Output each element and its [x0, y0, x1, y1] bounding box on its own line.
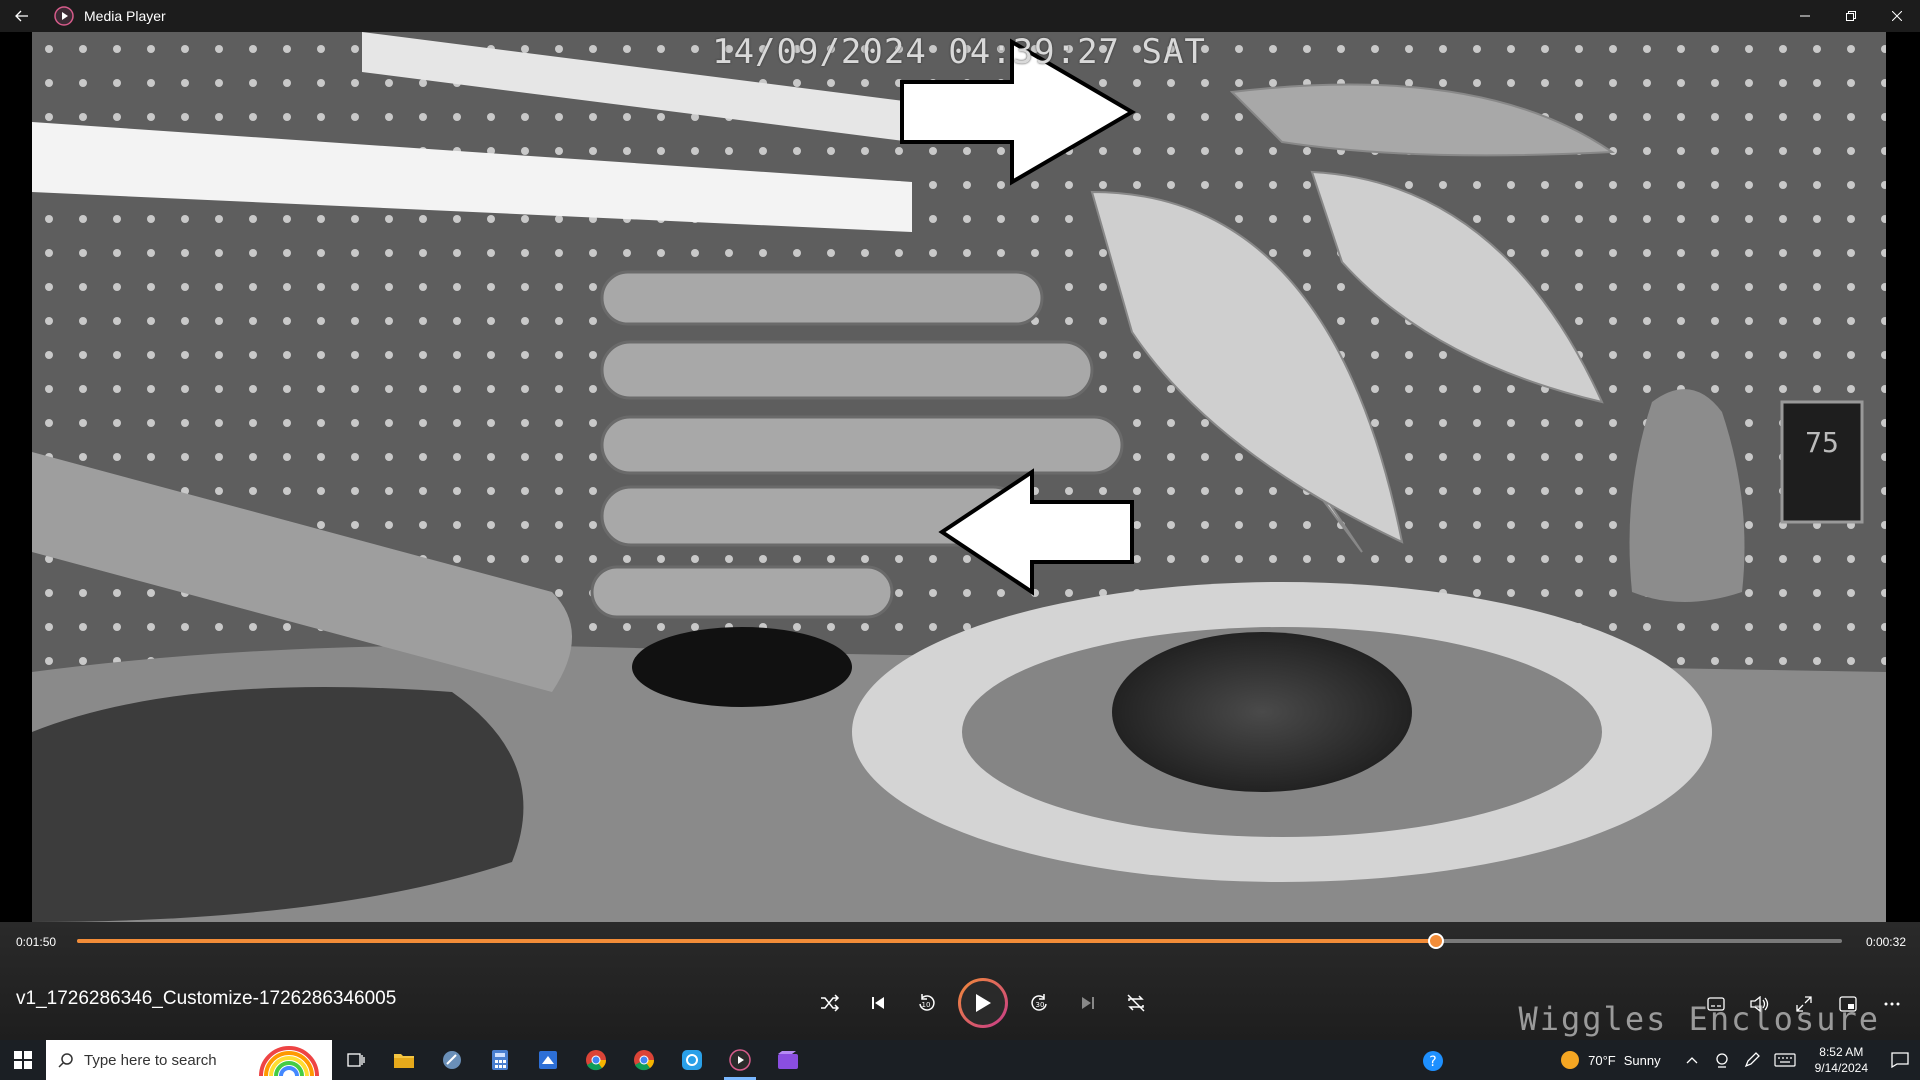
rewind-10-button[interactable]: 10 [902, 979, 950, 1027]
forward-30-icon: 30 [1031, 994, 1047, 1011]
weather-description: Sunny [1623, 1052, 1661, 1068]
video-scene: 75 [32, 32, 1886, 922]
captions-button[interactable] [1694, 980, 1738, 1028]
more-options-button[interactable] [1870, 980, 1914, 1028]
taskbar-chrome-2[interactable] [620, 1040, 668, 1080]
next-button[interactable] [1064, 979, 1112, 1027]
chrome-icon [586, 1050, 606, 1071]
play-button[interactable] [958, 978, 1008, 1028]
skip-next-icon [1082, 997, 1094, 1009]
minimize-button[interactable] [1782, 0, 1828, 32]
chrome-icon [634, 1050, 654, 1071]
svg-text:75: 75 [1805, 426, 1839, 459]
svg-text:?: ? [1429, 1054, 1436, 1070]
taskbar-chrome-1[interactable] [572, 1040, 620, 1080]
video-frame[interactable]: 75 14/09/2024 04:39:27 SAT [32, 32, 1886, 922]
task-view-button[interactable] [332, 1040, 380, 1080]
clock-time: 8:52 AM [1819, 1045, 1864, 1059]
notification-center-button[interactable] [1880, 1040, 1920, 1080]
more-icon [1884, 1002, 1900, 1006]
back-button[interactable] [0, 0, 44, 32]
taskbar-clock[interactable]: 8:52 AM 9/14/2024 [1815, 1044, 1868, 1076]
fullscreen-button[interactable] [1782, 980, 1826, 1028]
chat-app-icon [682, 1050, 702, 1070]
restore-icon [1846, 11, 1856, 21]
weather-widget[interactable]: 70°F Sunny [1560, 1050, 1661, 1070]
seek-bar[interactable] [77, 933, 1842, 949]
shuffle-button[interactable] [806, 979, 854, 1027]
title-bar: Media Player [0, 0, 1920, 32]
taskbar-app-tool[interactable] [428, 1040, 476, 1080]
help-icon[interactable]: ? [1422, 1050, 1444, 1072]
taskbar: Type here to search ? 70°F Sunny 8:52 AM… [0, 1040, 1920, 1080]
window-title: Media Player [84, 8, 166, 24]
search-placeholder: Type here to search [84, 1051, 217, 1069]
back-arrow-icon [15, 10, 28, 22]
volume-button[interactable] [1738, 980, 1782, 1028]
sun-icon [1561, 1051, 1580, 1069]
taskbar-app-blue[interactable] [524, 1040, 572, 1080]
video-filename: v1_1726286346_Customize-1726286346005 [16, 988, 397, 1009]
media-player-icon [729, 1049, 751, 1071]
repeat-off-icon [1127, 994, 1145, 1012]
repeat-button[interactable] [1112, 979, 1160, 1027]
captions-icon [1707, 997, 1725, 1011]
tool-app-icon [443, 1051, 461, 1069]
rewind-10-icon: 10 [919, 994, 935, 1011]
taskbar-app-chat[interactable] [668, 1040, 716, 1080]
taskbar-search-box[interactable]: Type here to search [46, 1040, 332, 1080]
remaining-time: 0:00:32 [1865, 935, 1906, 949]
tray-meet-now[interactable] [1707, 1040, 1737, 1080]
minimize-icon [1800, 15, 1810, 17]
notification-icon [1891, 1052, 1909, 1068]
playback-controls: 10 30 [806, 978, 1160, 1028]
search-icon [58, 1053, 73, 1068]
taskbar-media-player[interactable] [716, 1040, 764, 1080]
calculator-icon [492, 1050, 508, 1070]
close-icon [1892, 11, 1902, 21]
clock-date: 9/14/2024 [1814, 1061, 1868, 1075]
shuffle-icon [821, 994, 840, 1012]
svg-text:30: 30 [1036, 1001, 1045, 1009]
skip-previous-icon [872, 997, 884, 1009]
document-app-icon [539, 1051, 557, 1069]
rainbow-search-highlight-icon [259, 1046, 319, 1077]
chevron-up-icon [1686, 1057, 1698, 1064]
tray-keyboard[interactable] [1767, 1040, 1803, 1080]
windows-logo-icon [14, 1051, 32, 1069]
weather-temperature: 70°F [1588, 1052, 1616, 1068]
restore-button[interactable] [1828, 0, 1874, 32]
taskbar-calculator[interactable] [476, 1040, 524, 1080]
system-tray: 70°F Sunny 8:52 AM 9/14/2024 [1560, 1040, 1920, 1080]
miniplayer-icon [1839, 996, 1857, 1012]
miniplayer-button[interactable] [1826, 980, 1870, 1028]
volume-icon [1750, 996, 1769, 1012]
show-hidden-icons-button[interactable] [1677, 1040, 1707, 1080]
media-player-app-icon [54, 6, 74, 26]
folder-icon [394, 1054, 414, 1068]
seek-bar-thumb[interactable] [1428, 933, 1445, 949]
player-controls: 0:01:50 0:00:32 v1_1726286346_Customize-… [0, 922, 1920, 1040]
osd-timestamp: 14/09/2024 04:39:27 SAT [712, 32, 1206, 72]
svg-text:10: 10 [922, 1001, 931, 1009]
fullscreen-icon [1796, 996, 1812, 1012]
video-editor-icon [778, 1051, 798, 1069]
elapsed-time: 0:01:50 [16, 935, 57, 949]
play-icon [976, 994, 991, 1012]
close-button[interactable] [1874, 0, 1920, 32]
previous-button[interactable] [854, 979, 902, 1027]
webcam-icon [1715, 1053, 1728, 1068]
taskbar-file-explorer[interactable] [380, 1040, 428, 1080]
taskbar-clipchamp[interactable] [764, 1040, 812, 1080]
pen-icon [1744, 1052, 1760, 1068]
forward-30-button[interactable]: 30 [1016, 979, 1064, 1027]
seek-bar-progress [77, 939, 1437, 943]
start-button[interactable] [0, 1040, 46, 1080]
task-view-icon [347, 1053, 365, 1067]
keyboard-icon [1774, 1053, 1796, 1067]
tray-pen[interactable] [1737, 1040, 1767, 1080]
